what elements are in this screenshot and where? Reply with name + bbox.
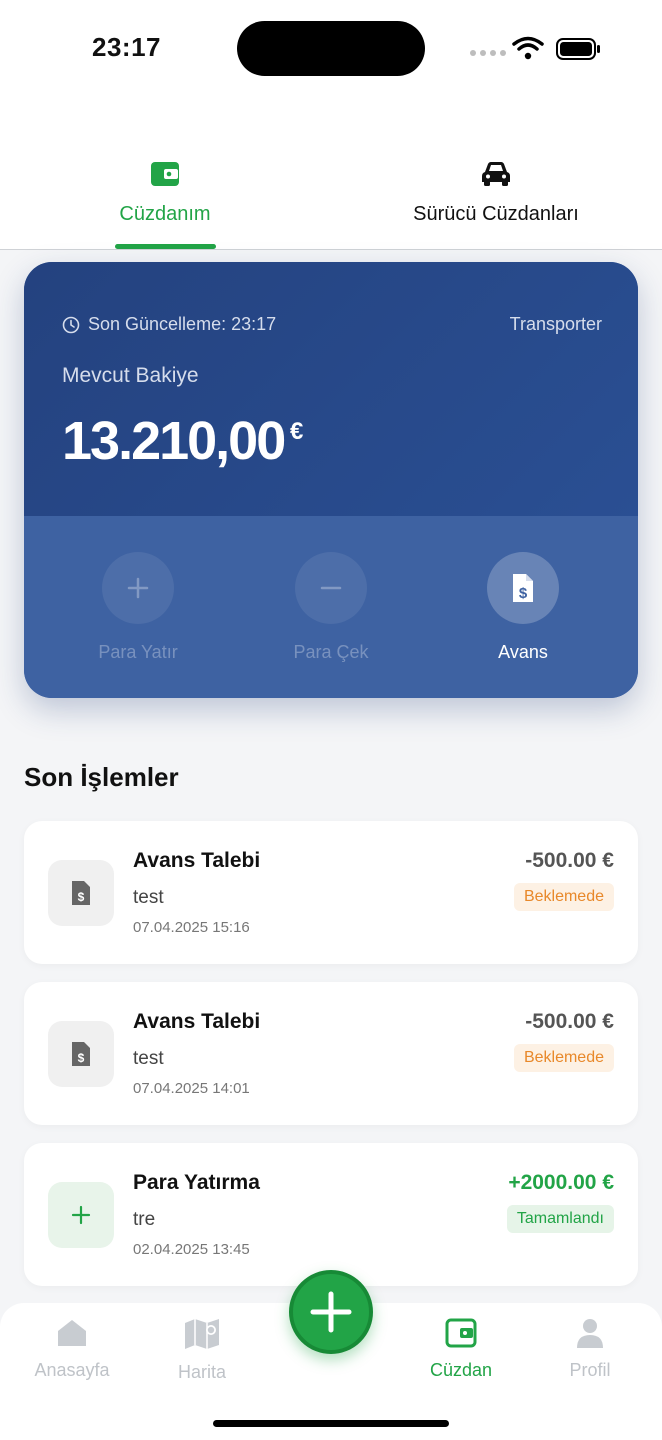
home-icon — [58, 1320, 86, 1346]
tab-driver-wallets[interactable]: Sürücü Cüzdanları — [390, 160, 602, 226]
transaction-card[interactable]: $ Avans Talebi test 07.04.2025 14:01 -50… — [24, 982, 638, 1125]
plus-icon — [310, 1291, 352, 1333]
tab-driver-wallets-label: Sürücü Cüzdanları — [413, 203, 579, 225]
advance-button[interactable]: $ Avans — [448, 552, 598, 663]
advance-label: Avans — [498, 642, 548, 662]
transaction-date: 02.04.2025 13:45 — [133, 1241, 250, 1258]
minus-icon — [295, 552, 367, 624]
deposit-button[interactable]: Para Yatır — [63, 552, 213, 663]
nav-map-label: Harita — [177, 1362, 226, 1382]
dollar-document-icon: $ — [48, 1021, 114, 1087]
add-button[interactable] — [289, 1270, 373, 1354]
transaction-date: 07.04.2025 14:01 — [133, 1080, 250, 1097]
status-badge: Beklemede — [513, 1044, 614, 1072]
status-badge: Beklemede — [513, 883, 614, 911]
nav-home-label: Anasayfa — [34, 1360, 110, 1380]
status-bar: 23:17 — [0, 0, 662, 100]
transaction-card[interactable]: $ Avans Talebi test 07.04.2025 15:16 -50… — [24, 821, 638, 964]
wallet-icon — [151, 162, 179, 186]
nav-home[interactable]: Anasayfa — [7, 1317, 137, 1381]
status-time: 23:17 — [92, 32, 161, 62]
balance-section: Son Güncelleme: 23:17 Transporter Mevcut… — [24, 262, 638, 516]
plus-icon — [48, 1182, 114, 1248]
svg-text:$: $ — [519, 585, 528, 602]
nav-profile[interactable]: Profil — [525, 1317, 655, 1381]
tab-my-wallet-label: Cüzdanım — [119, 203, 211, 225]
map-icon — [185, 1319, 219, 1349]
plus-icon — [102, 552, 174, 624]
dollar-document-icon: $ — [48, 860, 114, 926]
deposit-label: Para Yatır — [98, 642, 178, 662]
tab-my-wallet[interactable]: Cüzdanım — [90, 160, 240, 226]
transaction-amount: -500.00 € — [525, 1010, 614, 1033]
battery-icon — [556, 38, 600, 60]
withdraw-label: Para Çek — [293, 642, 369, 662]
dollar-document-icon: $ — [487, 552, 559, 624]
car-icon — [482, 162, 510, 186]
transaction-amount: +2000.00 € — [508, 1171, 614, 1194]
wallet-tabs: Cüzdanım Sürücü Cüzdanları — [0, 100, 662, 250]
transaction-title: Avans Talebi — [133, 1010, 261, 1033]
signal-icon — [470, 50, 506, 56]
svg-text:$: $ — [78, 890, 85, 904]
transaction-card[interactable]: Para Yatırma tre 02.04.2025 13:45 +2000.… — [24, 1143, 638, 1286]
recent-transactions-title: Son İşlemler — [24, 762, 179, 792]
transaction-title: Para Yatırma — [133, 1171, 260, 1194]
withdraw-button[interactable]: Para Çek — [256, 552, 406, 663]
status-badge: Tamamlandı — [506, 1205, 614, 1233]
svg-text:$: $ — [78, 1051, 85, 1065]
nav-wallet[interactable]: Cüzdan — [396, 1317, 526, 1381]
transaction-amount: -500.00 € — [525, 849, 614, 872]
dynamic-island — [237, 21, 425, 76]
account-role: Transporter — [509, 314, 602, 334]
last-updated: Son Güncelleme: 23:17 — [62, 314, 276, 335]
balance-amount: 13.210,00 — [62, 411, 286, 471]
wifi-icon — [512, 36, 544, 60]
transaction-title: Avans Talebi — [133, 849, 261, 872]
transaction-description: test — [133, 887, 164, 908]
home-indicator — [213, 1420, 449, 1427]
transaction-description: tre — [133, 1209, 156, 1230]
balance-label: Mevcut Bakiye — [62, 364, 199, 387]
nav-map[interactable]: Harita — [137, 1317, 267, 1383]
transaction-description: test — [133, 1048, 164, 1069]
balance-currency: € — [290, 418, 304, 445]
profile-icon — [577, 1319, 603, 1348]
transaction-date: 07.04.2025 15:16 — [133, 919, 250, 936]
nav-wallet-label: Cüzdan — [429, 1360, 493, 1380]
wallet-icon — [445, 1318, 477, 1348]
nav-profile-label: Profil — [569, 1360, 611, 1380]
active-tab-indicator — [115, 244, 216, 249]
wallet-balance-card: Son Güncelleme: 23:17 Transporter Mevcut… — [24, 262, 638, 698]
clock-icon — [62, 316, 80, 333]
last-updated-label: Son Güncelleme: 23:17 — [88, 314, 277, 334]
